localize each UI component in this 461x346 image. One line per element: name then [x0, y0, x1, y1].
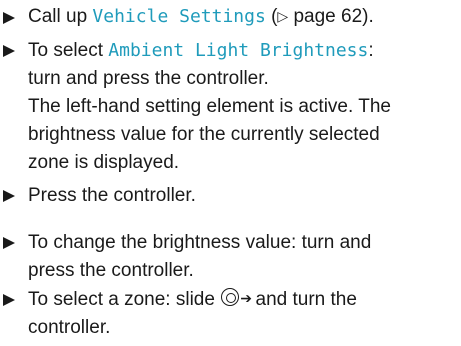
- step-text: controller.: [28, 317, 111, 338]
- step-line: press the controller.: [28, 256, 194, 285]
- step-line: To select Ambient Light Brightness:: [28, 36, 374, 65]
- controller-slide-right-icon: ➔: [220, 288, 252, 308]
- step-text: To select a zone: slide: [28, 289, 221, 310]
- slide-arrow-icon: ➔: [240, 290, 252, 306]
- step-note-text: The left-hand setting element is active.…: [28, 96, 391, 117]
- bullet-triangle-icon: [3, 45, 15, 57]
- controller-knob-icon: [225, 292, 236, 303]
- step-line: turn and press the controller.: [28, 64, 269, 93]
- step-text: :: [368, 40, 374, 61]
- menu-item-vehicle-settings: Vehicle Settings: [92, 6, 266, 27]
- step-line: Call up Vehicle Settings (▷ page 62).: [28, 2, 374, 31]
- step-text: turn and press the controller.: [28, 68, 269, 89]
- bullet-triangle-icon: [3, 12, 15, 24]
- step-note-text: zone is displayed.: [28, 152, 180, 173]
- step-text: Press the controller.: [28, 185, 196, 206]
- step-line: The left-hand setting element is active.…: [28, 92, 391, 121]
- bullet-triangle-icon: [3, 294, 15, 306]
- step-line: Press the controller.: [28, 181, 196, 210]
- step-text: To select: [28, 40, 109, 61]
- step-text: and turn the: [250, 289, 357, 310]
- step-line: To change the brightness value: turn and: [28, 228, 371, 257]
- step-note-text: brightness value for the currently selec…: [28, 124, 380, 145]
- page-reference-icon: ▷: [277, 8, 289, 24]
- step-line: To select a zone: slide ➔ and turn the: [28, 285, 357, 314]
- step-line: controller.: [28, 313, 110, 342]
- step-text: Call up: [28, 6, 93, 27]
- step-line: brightness value for the currently selec…: [28, 120, 380, 149]
- instruction-page: Call up Vehicle Settings (▷ page 62). To…: [0, 0, 461, 346]
- step-text: press the controller.: [28, 260, 194, 281]
- bullet-triangle-icon: [3, 190, 15, 202]
- step-text: To change the brightness value: turn and: [28, 232, 372, 253]
- page-reference-text: page 62).: [288, 6, 374, 27]
- bullet-triangle-icon: [3, 237, 15, 249]
- step-line: zone is displayed.: [28, 148, 179, 177]
- step-text: (: [265, 6, 278, 27]
- menu-item-ambient-light-brightness: Ambient Light Brightness: [108, 40, 369, 61]
